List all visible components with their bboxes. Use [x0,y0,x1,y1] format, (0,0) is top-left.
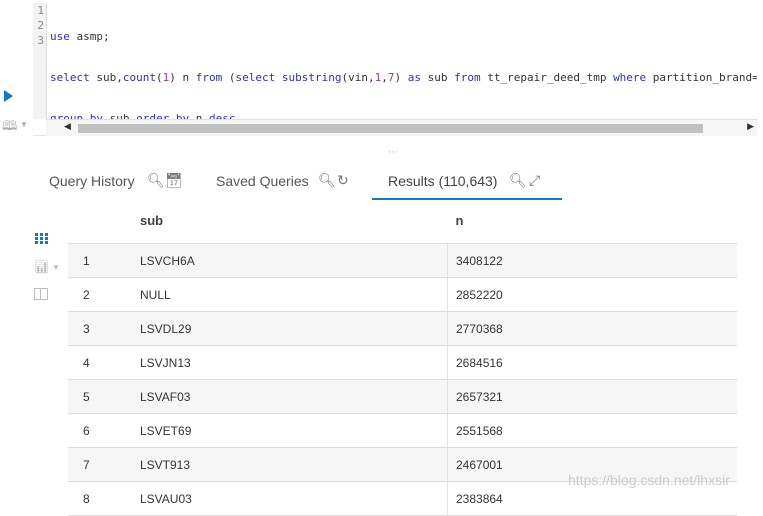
cell-sub: LSVAF03 [139,379,448,414]
search-icon[interactable]: 🔍︎ [147,172,165,189]
expand-icon[interactable]: ⤢ [529,172,540,189]
column-header-n[interactable]: n [447,198,737,244]
cell-n: 2657321 [447,379,737,414]
tab-saved-queries[interactable]: Saved Queries 🔍︎ ↻ [216,162,376,200]
horizontal-scrollbar[interactable]: ◀ ▶ [46,119,757,136]
code-area[interactable]: use asmp; select sub,count(1) n from (se… [50,3,757,119]
row-number: 5 [68,379,139,414]
table-header-row: sub n [68,198,737,244]
scroll-left-icon[interactable]: ◀ [64,121,71,132]
play-icon[interactable] [4,90,13,102]
line-number: 2 [37,19,44,32]
cell-n: 2852220 [447,277,737,312]
scroll-thumb[interactable] [78,124,703,133]
column-header-sub[interactable]: sub [139,198,448,244]
chevron-down-icon[interactable]: ▼ [52,263,60,272]
table-row[interactable]: 2 NULL 2852220 [68,277,737,312]
row-number: 1 [68,243,139,278]
table-row[interactable]: 5 LSVAF03 2657321 [68,379,737,414]
cell-sub: LSVCH6A [139,243,448,278]
tab-query-history[interactable]: Query History 🔍︎ 📅︎ [49,162,199,200]
cell-sub: NULL [139,277,448,312]
table-row[interactable]: 4 LSVJN13 2684516 [68,345,737,380]
tab-label: Query History [49,173,135,189]
cell-n: 2770368 [447,311,737,346]
cell-sub: LSVJN13 [139,345,448,380]
code-line: group by sub order by n desc [50,112,236,119]
table-row[interactable]: 6 LSVET69 2551568 [68,413,737,448]
row-number: 3 [68,311,139,346]
row-number: 7 [68,447,139,482]
refresh-icon[interactable]: ↻ [337,172,349,189]
panel-resize-handle[interactable]: ⋯ [388,147,399,158]
columns-icon[interactable] [34,288,48,300]
search-icon[interactable]: 🔍︎ [509,172,527,189]
line-gutter: 1 2 3 [33,3,47,119]
calendar-x-icon[interactable]: 📅︎ [165,172,183,189]
results-table: sub n 1 LSVCH6A 3408122 2 NULL 2852220 3 LSVDL2… [68,198,737,516]
line-number: 1 [37,4,44,17]
table-row[interactable]: 1 LSVCH6A 3408122 [68,243,737,278]
scroll-right-icon[interactable]: ▶ [747,121,754,132]
cell-sub: LSVET69 [139,413,448,448]
tab-label: Saved Queries [216,173,309,189]
code-line: use asmp; [50,30,110,43]
cell-n: 2684516 [447,345,737,380]
code-line: select sub,count(1) n from (select subst… [50,71,757,84]
search-icon[interactable]: 🔍︎ [318,172,336,189]
book-icon[interactable]: 🕮 [2,117,17,139]
line-number: 3 [37,34,44,47]
watermark: https://blog.csdn.net/lhxsir [568,472,730,488]
sql-editor[interactable]: 1 2 3 use asmp; select sub,count(1) n fr… [33,3,757,136]
tab-label: Results (110,643) [388,173,498,189]
row-number-header [68,198,139,244]
grid-view-icon[interactable] [35,233,48,244]
cell-sub: LSVT913 [139,447,448,482]
chart-view-icon[interactable]: 📊︎ [34,260,49,274]
table-row[interactable]: 3 LSVDL29 2770368 [68,311,737,346]
row-number: 6 [68,413,139,448]
cell-sub: LSVDL29 [139,311,448,346]
row-number: 4 [68,345,139,380]
cell-n: 2551568 [447,413,737,448]
result-tabs: Query History 🔍︎ 📅︎ Saved Queries 🔍︎ ↻ R… [33,162,763,200]
tab-results[interactable]: Results (110,643) 🔍︎ ⤢ [372,162,562,200]
chevron-down-icon[interactable]: ▼ [20,120,28,129]
cell-n: 3408122 [447,243,737,278]
row-number: 2 [68,277,139,312]
